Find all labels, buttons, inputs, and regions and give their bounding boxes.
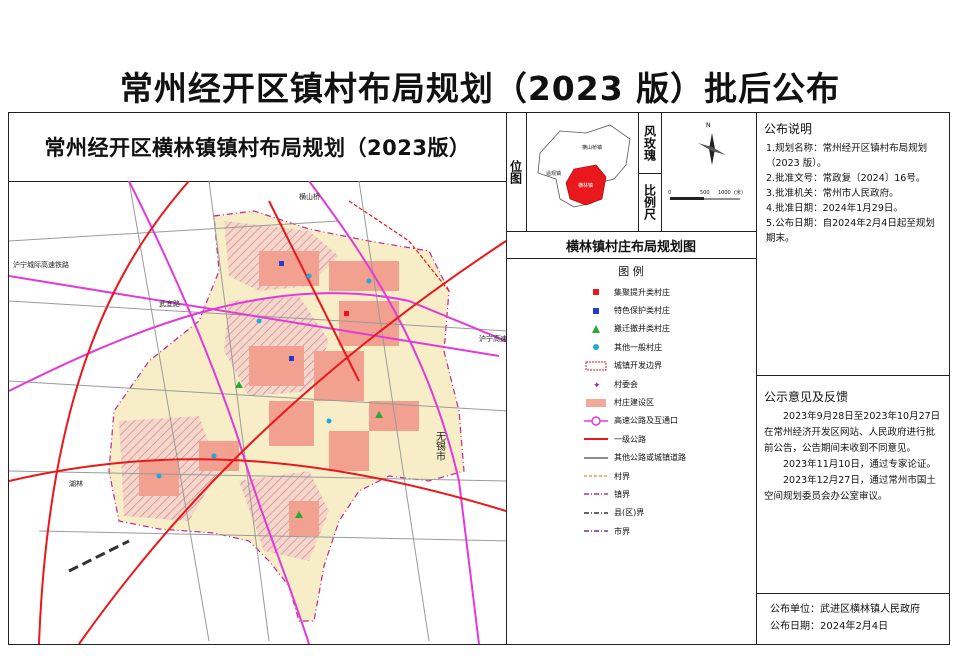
middle-panel: 位图 横山桥镇 遥观镇 横林镇 风玫瑰 比例尺 N 0 500 1000 (米)… — [506, 113, 757, 644]
map-title: 常州经开区横林镇镇村布局规划（2023版） — [44, 136, 471, 160]
legend-item: 城镇开发边界 — [506, 357, 756, 375]
wind-rose-label: 风玫瑰 — [638, 113, 662, 174]
hu-ning-intercity-label: 沪宁城际高速铁路 — [13, 260, 69, 269]
legend-label: 其他公路或城镇道路 — [614, 453, 686, 463]
publisher-unit: 公布单位：武进区横林镇人民政府 — [770, 604, 920, 615]
notice-item: 4.批准日期：2024年1月29日。 — [766, 203, 903, 214]
inset-label-0: 横山桥镇 — [582, 144, 602, 151]
legend: 图 例 集聚提升类村庄 特色保护类村庄 搬迁撤并类村庄 其他一般村庄 城镇开发边界 ✦ 村委… — [506, 263, 756, 540]
divider — [756, 593, 949, 594]
svg-text:N: N — [706, 122, 711, 129]
notice-list: 1.规划名称：常州经开区镇村布局规划（2023 版）。 2.批准文号：常政复〔2… — [756, 141, 949, 246]
legend-symbol-icon — [584, 305, 608, 317]
scale-bar-label: 比例尺 — [638, 173, 662, 231]
scale-tick-1000: 1000 — [718, 190, 731, 196]
legend-label: 镇界 — [614, 489, 630, 499]
publisher-date: 公布日期：2024年2月4日 — [770, 621, 889, 632]
notice-title: 公布说明 — [764, 122, 813, 136]
legend-item: 搬迁撤并类村庄 — [506, 320, 756, 338]
hulin-label: 湖林 — [69, 479, 83, 488]
plan-board: 常州经开区横林镇镇村布局规划（2023版） 横山桥 沪宁城际高速铁路 武宜路 沪… — [8, 112, 950, 645]
svg-text:✦: ✦ — [593, 381, 601, 390]
scale-unit: (米) — [734, 189, 743, 196]
divider — [756, 375, 949, 376]
map-panel: 常州经开区横林镇镇村布局规划（2023版） 横山桥 沪宁城际高速铁路 武宜路 沪… — [9, 113, 507, 644]
county-boundary — [68, 539, 130, 573]
legend-item: 特色保护类村庄 — [506, 301, 756, 319]
feedback-paragraph: 2023年9月28日至2023年10月27日在常州经济开发区网站、人民政府进行批… — [764, 411, 941, 454]
legend-item: 一级公路 — [506, 430, 756, 448]
legend-symbol-icon — [584, 507, 608, 519]
location-map-label: 位图 — [506, 113, 527, 231]
legend-symbol-icon — [584, 452, 608, 464]
legend-item: 其他公路或城镇道路 — [506, 449, 756, 467]
legend-label: 集聚提升类村庄 — [614, 287, 670, 297]
legend-label: 高速公路及互通口 — [614, 416, 678, 426]
right-panel: 公布说明 1.规划名称：常州经开区镇村布局规划（2023 版）。 2.批准文号：… — [756, 113, 949, 644]
legend-item: 村庄建设区 — [506, 393, 756, 411]
legend-item: 其他一般村庄 — [506, 338, 756, 356]
legend-label: 村庄建设区 — [614, 398, 654, 408]
legend-symbol-icon — [584, 488, 608, 500]
legend-label: 城镇开发边界 — [614, 361, 662, 371]
legend-symbol-icon — [584, 415, 608, 427]
notice-item: 5.公布日期：自2024年2月4日起至规划期末。 — [766, 218, 935, 244]
feedback-paragraph: 2023年11月10日，通过专家论证。 — [783, 459, 936, 470]
legend-symbol-icon: ✦ — [584, 378, 608, 390]
wind-rose: N — [660, 113, 756, 173]
page-title: 常州经开区镇村布局规划（2023 版）批后公布 — [119, 69, 841, 108]
wuyi-road-label: 武宜路 — [159, 299, 180, 308]
feedback-title: 公示意见及反馈 — [764, 390, 849, 404]
village-layout-map[interactable]: 横山桥 沪宁城际高速铁路 武宜路 沪宁高速公路 湖林 无锡市 — [9, 181, 506, 644]
wuxi-label: 无锡市 — [434, 431, 446, 462]
legend-item: 县(区)界 — [506, 504, 756, 522]
map-title-box: 常州经开区横林镇镇村布局规划（2023版） — [9, 113, 506, 182]
location-inset-map: 横山桥镇 遥观镇 横林镇 — [537, 124, 631, 208]
legend-symbol-icon — [584, 323, 608, 335]
inset-label-2: 横林镇 — [578, 182, 593, 189]
legend-item: 集聚提升类村庄 — [506, 283, 756, 301]
inset-label-1: 遥观镇 — [546, 170, 561, 177]
legend-symbol-icon — [584, 525, 608, 537]
legend-symbol-icon — [584, 397, 608, 409]
legend-symbol-icon — [584, 360, 608, 372]
legend-label: 一级公路 — [614, 434, 646, 444]
compass-icon: N — [698, 122, 726, 165]
legend-item: 村界 — [506, 467, 756, 485]
legend-label: 搬迁撤并类村庄 — [614, 324, 670, 334]
legend-symbol-icon — [584, 433, 608, 445]
scale-tick-0: 0 — [668, 190, 671, 196]
legend-symbol-icon — [584, 470, 608, 482]
feedback-paragraph: 2023年12月27日，通过常州市国土空间规划委员会办公室审议。 — [764, 475, 936, 502]
scale-bar: 0 500 1000 (米) — [660, 173, 756, 231]
notice-item: 1.规划名称：常州经开区镇村布局规划（2023 版）。 — [766, 143, 928, 169]
legend-label: 其他一般村庄 — [614, 342, 662, 352]
shanghai-line-label: 沪宁高速公路 — [479, 334, 506, 343]
scale-tick-500: 500 — [700, 190, 710, 196]
legend-item: 市界 — [506, 522, 756, 540]
legend-label: 村委会 — [614, 379, 638, 389]
legend-item: ✦ 村委会 — [506, 375, 756, 393]
legend-label: 村界 — [614, 471, 630, 481]
legend-item: 镇界 — [506, 485, 756, 503]
notice-item: 2.批准文号：常政复〔2024〕16号。 — [766, 173, 926, 184]
feedback-block: 公示意见及反馈 2023年9月28日至2023年10月27日在常州经济开发区网站… — [756, 381, 949, 505]
legend-symbol-icon — [584, 341, 608, 353]
legend-label: 市界 — [614, 526, 630, 536]
publisher-block: 公布单位：武进区横林镇人民政府 公布日期：2024年2月4日 — [756, 601, 960, 635]
legend-symbol-icon — [584, 286, 608, 298]
legend-title: 图 例 — [618, 265, 644, 278]
notice-item: 3.批准机关：常州市人民政府。 — [766, 188, 899, 199]
legend-item: 高速公路及互通口 — [506, 412, 756, 430]
plan-subtitle: 横林镇村庄布局规划图 — [506, 231, 756, 259]
legend-label: 县(区)界 — [614, 508, 645, 518]
legend-label: 特色保护类村庄 — [614, 306, 670, 316]
hengshan-bridge-label: 横山桥 — [299, 192, 320, 201]
